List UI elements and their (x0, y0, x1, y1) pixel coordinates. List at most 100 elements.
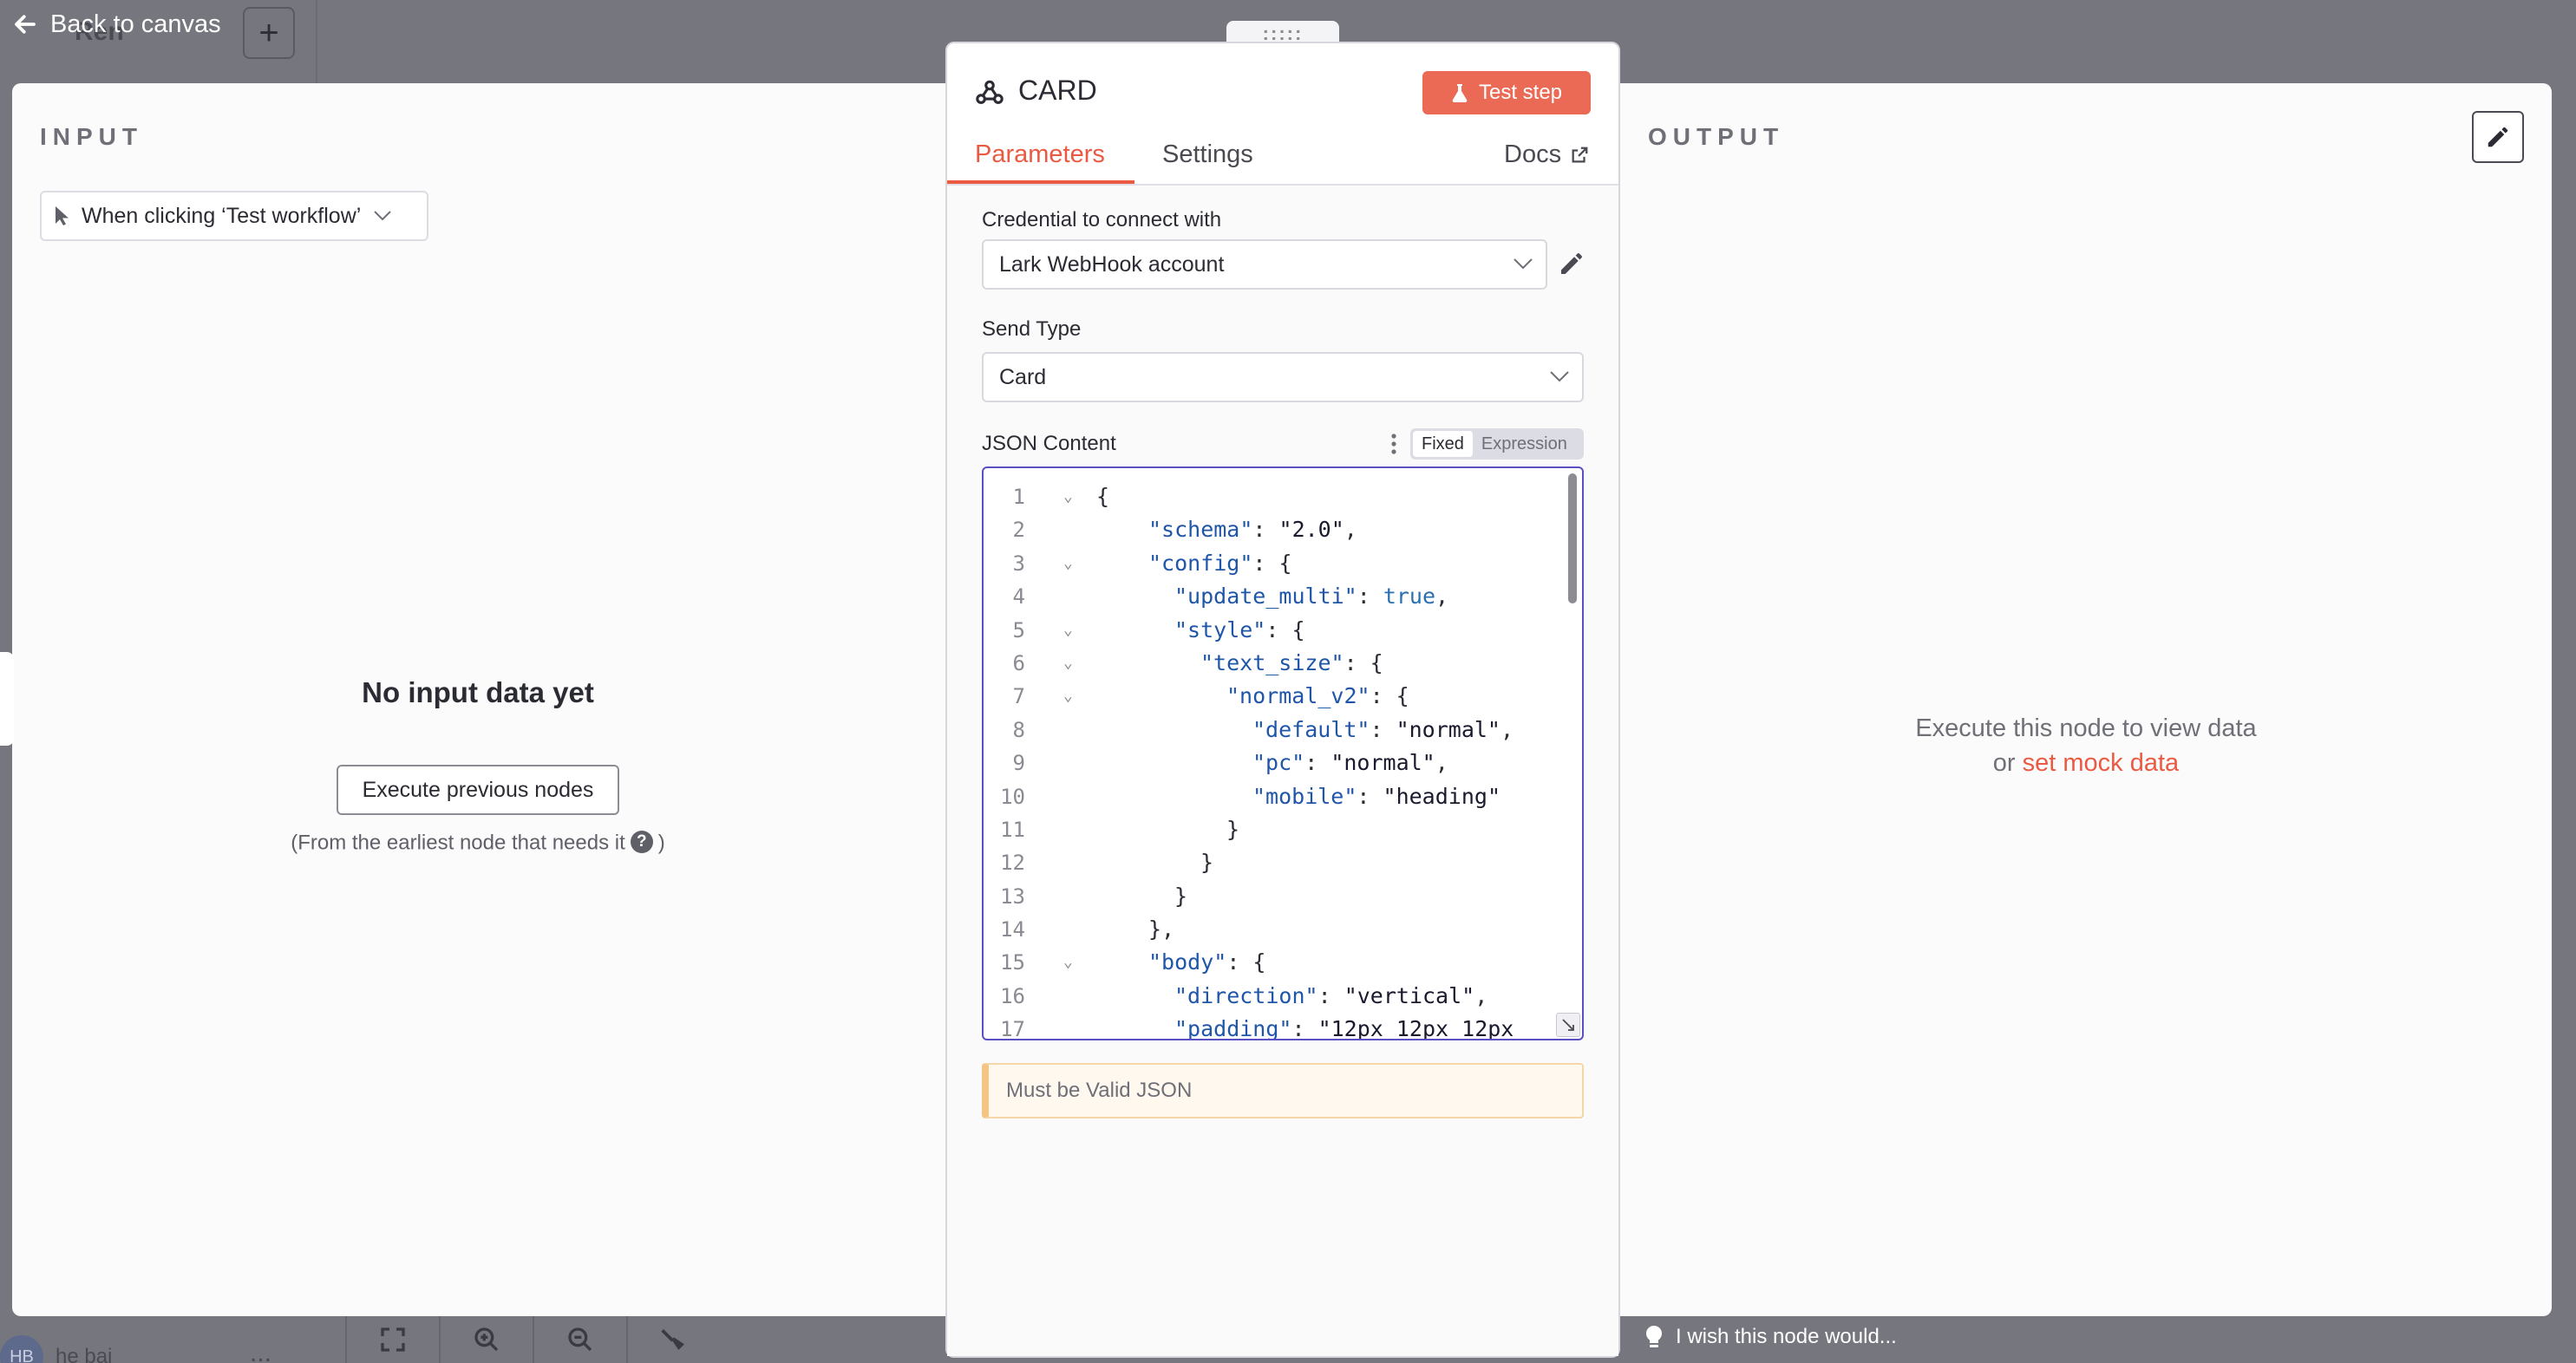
editor-scrollbar[interactable] (1568, 473, 1577, 603)
code-line[interactable]: 1 ⌄ { (984, 480, 1582, 513)
code-text: { (1096, 480, 1109, 513)
code-line[interactable]: 5 ⌄ "style": { (984, 614, 1582, 647)
zoom-out-button[interactable] (533, 1316, 626, 1363)
line-number: 6 (1012, 650, 1025, 675)
tab-settings[interactable]: Settings (1162, 140, 1253, 169)
broom-icon (661, 1329, 684, 1350)
back-to-canvas-link[interactable]: Back to canvas (12, 5, 221, 43)
edit-output-button[interactable] (2472, 111, 2524, 163)
user-more-button[interactable]: ... (250, 1339, 271, 1363)
code-text: } (1226, 813, 1239, 846)
code-line[interactable]: 4 "update_multi": true, (984, 580, 1582, 613)
feedback-label: I wish this node would... (1676, 1325, 1897, 1348)
input-node-select[interactable]: When clicking ‘Test workflow’ (40, 191, 428, 241)
arrow-left-icon (15, 15, 36, 34)
test-step-button[interactable]: Test step (1422, 71, 1591, 114)
fold-chevron-icon[interactable]: ⌄ (1063, 547, 1073, 580)
lightbulb-icon (1645, 1326, 1663, 1347)
code-text: "mobile": "heading" (1252, 780, 1500, 813)
tidy-up-button[interactable] (626, 1316, 720, 1363)
code-line[interactable]: 3 ⌄ "config": { (984, 547, 1582, 580)
code-line[interactable]: 15 ⌄ "body": { (984, 946, 1582, 979)
tab-parameters[interactable]: Parameters (975, 140, 1105, 169)
line-number: 15 (1000, 950, 1025, 975)
code-line[interactable]: 12} (984, 846, 1582, 879)
fold-chevron-icon[interactable]: ⌄ (1063, 480, 1073, 513)
help-icon[interactable]: ? (630, 831, 653, 853)
code-token: : { (1265, 616, 1305, 642)
zoom-in-button[interactable] (439, 1316, 533, 1363)
mode-fixed-option[interactable]: Fixed (1413, 431, 1473, 457)
code-line[interactable]: 17 "padding": "12px 12px 12px (984, 1013, 1582, 1040)
output-empty-line: Execute this node to view data (1915, 714, 2257, 742)
kebab-menu-icon[interactable] (1388, 432, 1400, 456)
editor-resize-handle[interactable] (1556, 1013, 1580, 1037)
output-title: OUTPUT (1648, 123, 1785, 150)
edit-credential-icon[interactable] (1558, 250, 1585, 277)
code-token: "schema" (1148, 517, 1253, 543)
feedback-link[interactable]: I wish this node would... (1644, 1325, 1897, 1349)
execute-previous-nodes-button[interactable]: Execute previous nodes (337, 765, 619, 815)
fit-view-button[interactable] (345, 1316, 439, 1363)
fixed-expression-toggle[interactable]: Fixed Expression (1410, 428, 1584, 460)
code-token: "normal_v2" (1226, 683, 1370, 709)
fold-chevron-icon[interactable]: ⌄ (1063, 647, 1073, 680)
code-line[interactable]: 2 "schema": "2.0", (984, 513, 1582, 546)
line-number: 1 (1012, 485, 1025, 509)
code-line[interactable]: 9 "pc": "normal", (984, 747, 1582, 779)
fold-chevron-icon[interactable]: ⌄ (1063, 680, 1073, 713)
tab-docs[interactable]: Docs (1504, 140, 1589, 169)
node-title[interactable]: CARD (1018, 75, 1097, 107)
send-type-select[interactable]: Card (982, 352, 1584, 402)
code-token: : (1317, 982, 1344, 1008)
code-token: : { (1344, 649, 1383, 675)
code-token: : (1304, 750, 1331, 776)
code-token: , (1344, 517, 1357, 543)
fit-view-icon (381, 1327, 405, 1352)
add-node-button[interactable]: + (243, 7, 295, 59)
line-number: 16 (1000, 983, 1025, 1008)
code-token: "text_size" (1200, 649, 1344, 675)
output-mock-line: or set mock data (1821, 746, 2350, 780)
code-line[interactable]: 16 "direction": "vertical", (984, 980, 1582, 1013)
code-text: "body": { (1148, 946, 1265, 979)
credential-value: Lark WebHook account (999, 251, 1225, 277)
code-line[interactable]: 14}, (984, 913, 1582, 946)
code-text: "schema": "2.0", (1148, 513, 1357, 546)
code-token: , (1435, 584, 1449, 610)
code-line[interactable]: 13} (984, 880, 1582, 913)
code-token: "pc" (1252, 750, 1305, 776)
code-line[interactable]: 6 ⌄ "text_size": { (984, 647, 1582, 680)
code-token: "direction" (1174, 982, 1318, 1008)
code-token: "style" (1174, 616, 1266, 642)
fold-chevron-icon[interactable]: ⌄ (1063, 946, 1073, 979)
code-text: "update_multi": true, (1174, 580, 1448, 613)
user-menu[interactable]: HB he bai (0, 1335, 112, 1363)
line-number: 14 (1000, 917, 1025, 942)
note-text: (From the earliest node that needs it (291, 831, 625, 855)
code-token: , (1435, 750, 1448, 776)
json-editor[interactable]: 1 ⌄ {2 "schema": "2.0", 3 ⌄ "config": {4 "updat… (982, 466, 1584, 1040)
code-line[interactable]: 10 "mobile": "heading" (984, 780, 1582, 813)
send-type-label: Send Type (982, 317, 1082, 341)
line-number: 13 (1000, 884, 1025, 909)
line-number: 17 (1000, 1017, 1025, 1040)
set-mock-data-link[interactable]: set mock data (2023, 749, 2180, 777)
zoom-out-icon (568, 1327, 592, 1352)
code-line[interactable]: 11} (984, 813, 1582, 846)
note-close: ) (657, 831, 665, 855)
code-token: : (1357, 584, 1383, 610)
code-token: "heading" (1383, 783, 1500, 809)
line-number: 9 (1012, 751, 1025, 776)
mode-expression-option[interactable]: Expression (1473, 431, 1576, 457)
canvas-zoom-controls (345, 1316, 720, 1363)
send-type-value: Card (999, 364, 1047, 389)
credential-select[interactable]: Lark WebHook account (982, 239, 1547, 290)
code-line[interactable]: 8 "default": "normal", (984, 714, 1582, 747)
fold-chevron-icon[interactable]: ⌄ (1063, 614, 1073, 647)
line-number: 10 (1000, 784, 1025, 809)
code-token: }, (1148, 916, 1175, 942)
code-line[interactable]: 7 ⌄ "normal_v2": { (984, 680, 1582, 713)
json-content-label: JSON Content (982, 432, 1116, 455)
code-token: "vertical" (1344, 982, 1475, 1008)
